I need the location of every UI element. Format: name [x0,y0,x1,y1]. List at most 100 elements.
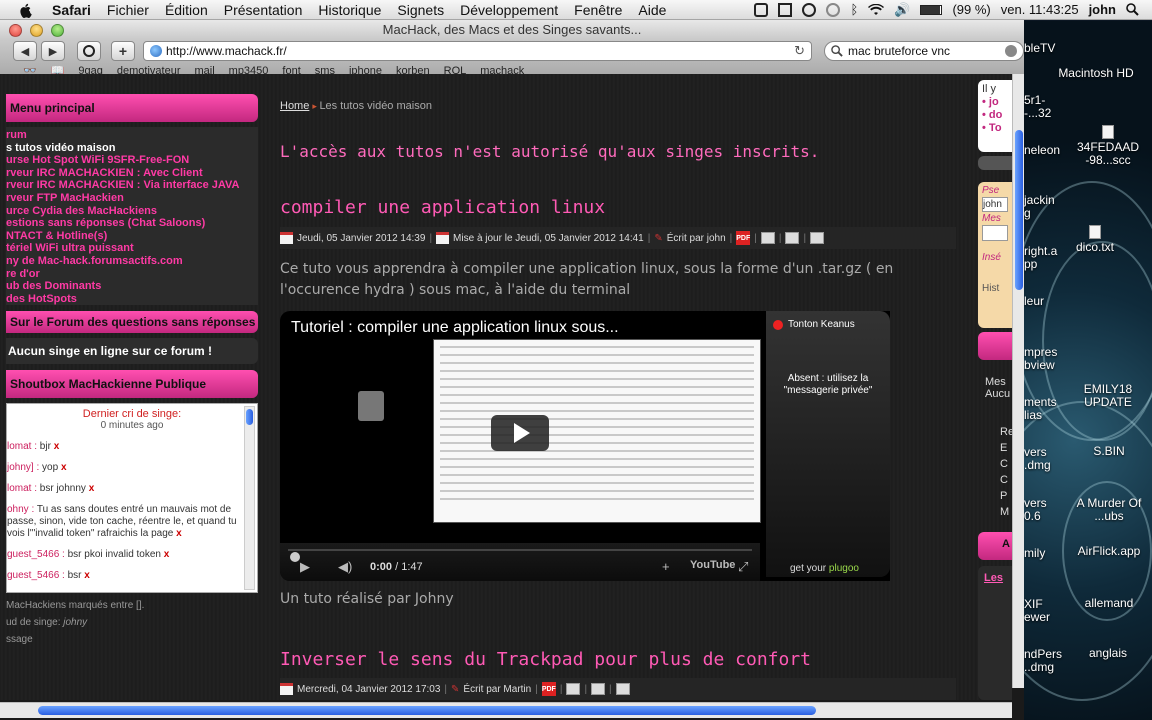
message-input[interactable] [982,225,1008,241]
back-button[interactable]: ◀ [13,41,37,61]
right-link[interactable]: • do [982,109,1008,122]
search-clear-icon[interactable] [1005,45,1017,57]
shout-nick[interactable]: lomat : [7,483,37,494]
battery-icon[interactable] [915,4,947,15]
menu-aide[interactable]: Aide [630,0,674,20]
menu-link-forum[interactable]: rum [6,129,258,142]
shout-nick[interactable]: johny] : [7,462,39,473]
right-link[interactable]: M [1000,506,1009,518]
forward-button[interactable]: ▶ [41,41,65,61]
menu-app-safari[interactable]: Safari [44,0,99,20]
zoom-window-button[interactable] [51,24,64,37]
shout-delete-icon[interactable]: x [89,483,95,494]
history-button[interactable]: Hist [982,282,1008,295]
right-link[interactable]: P [1000,490,1007,502]
reload-icon[interactable]: ↻ [794,43,805,59]
youtube-logo[interactable]: YouTube [690,559,735,571]
record-status-icon[interactable] [797,2,821,17]
shout-nick[interactable]: lomat : [7,441,37,452]
pdf-icon[interactable]: PDF [736,231,751,245]
video-progress-knob[interactable] [290,552,300,562]
desktop-partial-label[interactable]: bleTV [1024,42,1055,55]
desktop-partial-label[interactable]: g [1024,207,1031,220]
desktop-icon-dico[interactable]: dico.txt [1050,225,1140,254]
desktop-partial-label[interactable]: pp [1024,258,1037,271]
menu-link-hotspot[interactable]: urse Hot Spot WiFi 9SFR-Free-FON [6,154,258,167]
video-title[interactable]: Tutoriel : compiler une application linu… [291,319,619,337]
shout-nick[interactable]: guest_5466 : [7,549,65,560]
desktop-icon-emily18[interactable]: EMILY18 UPDATE [1063,383,1152,409]
desktop-icon-a-murder[interactable]: A Murder Of ...ubs [1064,497,1152,523]
shout-delete-icon[interactable]: x [61,462,67,473]
right-link[interactable]: C [1000,474,1008,486]
volume-icon[interactable]: 🔊 [889,2,915,18]
right-link[interactable]: Re [1000,426,1012,438]
print-icon[interactable] [566,683,581,695]
apple-menu-icon[interactable] [18,2,34,18]
desktop-partial-label[interactable]: 0.6 [1024,510,1041,523]
right-link[interactable]: Les [984,572,1003,584]
wifi-icon[interactable] [863,3,889,16]
email-icon[interactable] [785,232,800,244]
vertical-scroll-thumb[interactable] [1015,130,1023,290]
add-bookmark-button[interactable]: + [111,41,135,61]
shout-nick[interactable]: ohny : [7,504,34,515]
pdf-icon[interactable]: PDF [541,682,556,696]
video-progress-bar[interactable] [288,549,752,562]
pseudo-input[interactable]: john [982,197,1008,212]
page-horizontal-scrollbar[interactable] [0,702,1012,718]
spotlight-icon[interactable] [1121,3,1144,16]
desktop-partial-label[interactable]: .dmg [1024,459,1051,472]
volume-small-icon[interactable]: ◀) [338,559,352,575]
desktop-icon-airflick[interactable]: AirFlick.app [1064,545,1152,558]
right-link[interactable]: E [1000,442,1007,454]
shout-nick[interactable]: guest_5466 : [7,570,65,581]
email-icon[interactable] [591,683,606,695]
bluetooth-icon[interactable]: ᛒ [845,2,863,17]
desktop-icon-anglais[interactable]: anglais [1063,647,1152,660]
desktop-icon-macintosh-hd[interactable]: Macintosh HD [1051,67,1141,80]
close-window-button[interactable] [9,24,22,37]
menu-historique[interactable]: Historique [310,0,389,20]
shout-delete-icon[interactable]: x [54,441,60,452]
user-menu[interactable]: john [1084,2,1121,17]
search-field[interactable]: mac bruteforce vnc [823,41,1024,61]
desktop-icon-sbin[interactable]: S.BIN [1064,445,1152,458]
menu-link-ftp[interactable]: rveur FTP MacHackien [6,192,258,205]
desktop-partial-label[interactable]: lias [1024,409,1042,422]
screen-status-icon[interactable] [773,2,797,17]
edit-icon[interactable] [810,232,825,244]
video-play-button[interactable] [491,415,549,451]
desktop-icon-34fedaad[interactable]: 34FEDAAD -98...scc [1063,125,1152,167]
forum-header[interactable]: Sur le Forum des questions sans réponses [6,311,258,333]
clock[interactable]: ven. 11:43:25 [996,2,1084,17]
chat-widget[interactable]: Tonton Keanus Absent : utilisez la "mess… [766,311,890,577]
desktop-partial-label[interactable]: mily [1024,547,1045,560]
right-link[interactable]: • jo [982,96,1008,109]
page-vertical-scrollbar[interactable] [1012,74,1024,688]
menu-link-club[interactable]: ub des Dominants [6,280,258,293]
article-title-2[interactable]: Inverser le sens du Trackpad pour plus d… [280,649,956,670]
shoutbox-nick-value[interactable]: johny [63,617,87,628]
right-link[interactable]: • To [982,122,1008,135]
menu-link-cydia[interactable]: urce Cydia des MacHackiens [6,205,258,218]
desktop-icon-allemand[interactable]: allemand [1064,597,1152,610]
right-link[interactable]: C [1000,458,1008,470]
edit-icon[interactable] [615,683,630,695]
title-bar[interactable]: MacHack, des Macs et des Singes savants.… [0,20,1024,40]
menu-link-contact[interactable]: NTACT & Hotline(s) [6,230,258,243]
article-title[interactable]: compiler une application linux [280,197,956,218]
shout-delete-icon[interactable]: x [176,528,182,539]
fullscreen-icon[interactable]: ⤢ [738,559,748,575]
minimize-window-button[interactable] [30,24,43,37]
menu-developpement[interactable]: Développement [452,0,566,20]
add-icon[interactable]: + [662,559,670,574]
desktop-partial-label[interactable]: leur [1024,295,1044,308]
print-icon[interactable] [760,232,775,244]
desktop-partial-label[interactable]: bview [1024,359,1055,372]
desktop-partial-label[interactable]: ..dmg [1024,661,1054,674]
shoutbox-scroll-thumb[interactable] [246,409,253,425]
menu-link-livre[interactable]: re d'or [6,268,258,281]
menu-presentation[interactable]: Présentation [216,0,311,20]
play-small-icon[interactable]: ▶ [300,559,310,575]
